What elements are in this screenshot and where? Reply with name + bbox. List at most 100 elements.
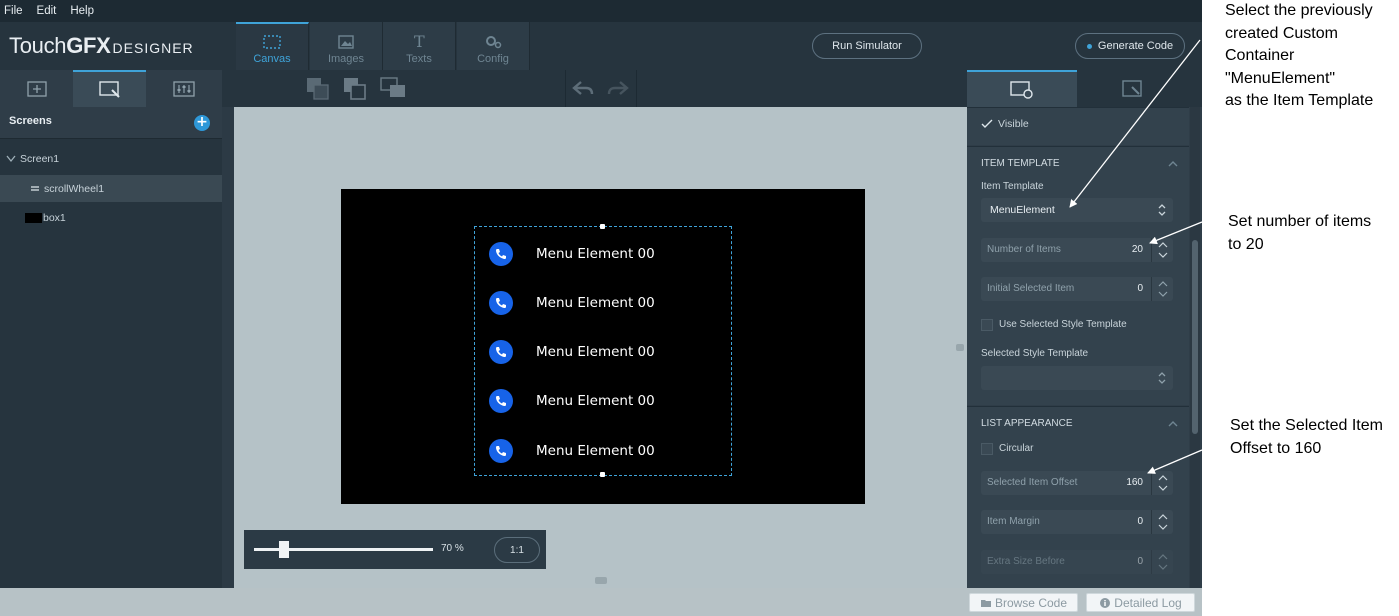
tab-config-label: Config <box>477 53 509 65</box>
menu-element[interactable]: Menu Element 00 <box>489 288 709 318</box>
tab-add-widget[interactable] <box>0 70 73 107</box>
left-panel-tabs <box>0 70 222 107</box>
panel-resize-grip[interactable] <box>956 344 964 351</box>
interaction-icon <box>1122 79 1142 97</box>
tab-properties[interactable] <box>967 70 1077 107</box>
add-screen-icon[interactable]: + <box>194 115 210 131</box>
stepper-icon[interactable] <box>1151 471 1173 495</box>
tab-interactions[interactable] <box>147 70 220 107</box>
selected-item-offset-value[interactable]: 160 <box>1126 477 1143 488</box>
send-backward-icon[interactable] <box>305 76 331 102</box>
toolbar-divider <box>636 70 637 107</box>
screens-header: Screens + <box>0 107 222 139</box>
menu-element-label: Menu Element 00 <box>536 295 655 311</box>
detailed-log-button[interactable]: Detailed Log <box>1086 593 1195 612</box>
selected-style-template-label: Selected Style Template <box>981 348 1089 359</box>
phone-icon <box>489 291 513 315</box>
menu-file[interactable]: File <box>4 5 23 17</box>
tree-item-scrollwheel1-label: scrollWheel1 <box>44 182 105 195</box>
menu-element[interactable]: Menu Element 00 <box>489 436 709 466</box>
properties-icon <box>1010 80 1033 99</box>
stepper-icon[interactable] <box>1151 277 1173 301</box>
menu-element-label: Menu Element 00 <box>536 246 655 262</box>
number-of-items-field[interactable]: Number of Items 20 <box>981 238 1173 262</box>
zoom-reset-button[interactable]: 1:1 <box>494 537 540 563</box>
tab-interactions-right[interactable] <box>1077 70 1189 107</box>
tree-item-scrollwheel1[interactable]: scrollWheel1 <box>0 175 222 202</box>
annotation-item-template: Select the previously created Custom Con… <box>1225 0 1373 113</box>
properties-tabs <box>967 70 1202 107</box>
number-of-items-value[interactable]: 20 <box>1132 244 1143 255</box>
run-simulator-button[interactable]: Run Simulator <box>812 33 922 59</box>
tree-item-screen1[interactable]: Screen1 <box>0 145 222 172</box>
tab-images-label: Images <box>327 53 365 65</box>
tab-texts[interactable]: T Texts <box>383 22 456 70</box>
item-margin-field[interactable]: Item Margin 0 <box>981 510 1173 534</box>
resize-handle[interactable] <box>600 224 605 229</box>
selected-style-template-dropdown[interactable] <box>981 366 1173 390</box>
generate-code-button[interactable]: Generate Code <box>1075 33 1185 59</box>
tree-item-box1[interactable]: box1 <box>0 204 222 231</box>
initial-selected-item-value[interactable]: 0 <box>1137 283 1143 294</box>
extra-size-before-label: Extra Size Before <box>987 556 1065 567</box>
initial-selected-item-field[interactable]: Initial Selected Item 0 <box>981 277 1173 301</box>
design-canvas[interactable]: Menu Element 00 Menu Element 00 Menu Ele… <box>234 107 967 588</box>
item-margin-value[interactable]: 0 <box>1137 516 1143 527</box>
checkmark-icon[interactable] <box>981 119 993 129</box>
annotation-line: Set the Selected Item <box>1230 417 1383 434</box>
zoom-control: 70 % 1:1 <box>244 530 546 569</box>
phone-icon <box>489 340 513 364</box>
annotation-line: created Custom <box>1225 24 1338 42</box>
group-icon[interactable] <box>379 76 407 102</box>
collapse-chevron-icon[interactable] <box>1167 418 1179 430</box>
bring-forward-icon[interactable] <box>342 76 368 102</box>
box-icon <box>25 212 42 223</box>
dropdown-arrows-icon <box>1158 372 1166 384</box>
menu-help[interactable]: Help <box>70 5 94 17</box>
stepper-icon[interactable] <box>1151 550 1173 574</box>
tab-canvas[interactable]: Canvas <box>236 22 309 70</box>
images-icon <box>338 35 354 49</box>
use-selected-style-label: Use Selected Style Template <box>999 319 1127 330</box>
scrollwheel-icon <box>31 185 39 191</box>
logo-designer: DESIGNER <box>112 40 194 56</box>
annotation-line: as the Item Template <box>1225 92 1374 110</box>
undo-icon[interactable] <box>572 80 594 98</box>
sliders-icon <box>172 80 195 97</box>
tab-config[interactable]: Config <box>457 22 530 70</box>
extra-size-before-field[interactable]: Extra Size Before 0 <box>981 550 1173 574</box>
screen-preview[interactable]: Menu Element 00 Menu Element 00 Menu Ele… <box>341 189 865 504</box>
redo-icon[interactable] <box>607 80 629 98</box>
initial-selected-item-label: Initial Selected Item <box>987 283 1075 294</box>
number-of-items-label: Number of Items <box>987 244 1061 255</box>
stepper-icon[interactable] <box>1151 510 1173 534</box>
detailed-log-label: Detailed Log <box>1114 595 1182 610</box>
resize-handle[interactable] <box>600 472 605 477</box>
tab-screens-tree[interactable] <box>73 70 146 107</box>
menu-element[interactable]: Menu Element 00 <box>489 337 709 367</box>
item-template-dropdown[interactable]: MenuElement <box>981 198 1173 222</box>
properties-scrollbar-thumb[interactable] <box>1192 240 1198 434</box>
annotation-number-of-items: Set number of items to 20 <box>1228 211 1371 256</box>
panel-resize-grip[interactable] <box>595 577 607 584</box>
menu-element[interactable]: Menu Element 00 <box>489 386 709 416</box>
tab-images[interactable]: Images <box>310 22 383 70</box>
extra-size-before-value[interactable]: 0 <box>1137 556 1143 567</box>
phone-icon <box>489 389 513 413</box>
selected-item-offset-field[interactable]: Selected Item Offset 160 <box>981 471 1173 495</box>
annotation-line: Select the previously <box>1225 2 1373 19</box>
visibility-section: Visible <box>967 107 1189 145</box>
zoom-percent: 70 % <box>441 543 464 554</box>
chevron-down-icon[interactable] <box>6 154 18 164</box>
circular-checkbox[interactable] <box>981 443 993 455</box>
menu-edit[interactable]: Edit <box>37 5 57 17</box>
menu-element[interactable]: Menu Element 00 <box>489 239 709 269</box>
collapse-chevron-icon[interactable] <box>1167 158 1179 170</box>
use-selected-style-checkbox[interactable] <box>981 319 993 331</box>
annotation-line: Offset to 160 <box>1230 439 1322 457</box>
config-icon <box>486 36 502 49</box>
stepper-icon[interactable] <box>1151 238 1173 262</box>
browse-code-button[interactable]: Browse Code <box>969 593 1078 612</box>
zoom-slider-handle[interactable] <box>279 541 290 558</box>
add-widget-icon <box>26 80 47 97</box>
